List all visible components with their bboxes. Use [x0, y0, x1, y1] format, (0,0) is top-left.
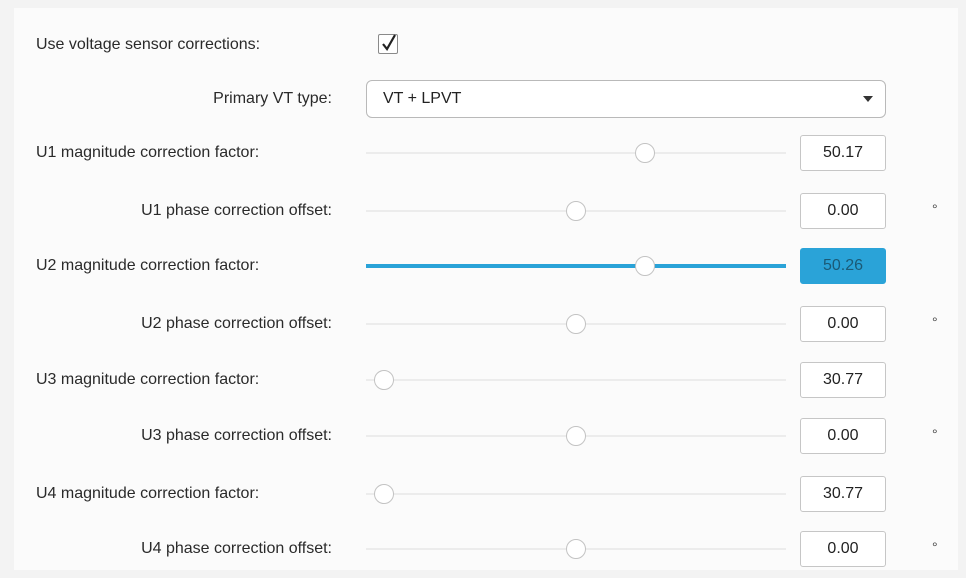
u3-magnitude-slider-thumb[interactable] — [374, 370, 394, 390]
u1-magnitude-label: U1 magnitude correction factor: — [36, 144, 260, 161]
u2-phase-value-input[interactable]: 0.00 — [800, 306, 886, 342]
u4-magnitude-slider[interactable] — [366, 493, 786, 495]
primary-vt-type-dropdown[interactable]: VT + LPVT — [366, 80, 886, 118]
u1-phase-slider-thumb[interactable] — [566, 201, 586, 221]
u4-magnitude-row: U4 magnitude correction factor: 30.77 — [14, 472, 958, 516]
u4-magnitude-slider-thumb[interactable] — [374, 484, 394, 504]
u4-phase-row: U4 phase correction offset: 0.00 ° — [14, 527, 958, 571]
u3-magnitude-value-input[interactable]: 30.77 — [800, 362, 886, 398]
chevron-down-icon — [863, 96, 873, 102]
u4-magnitude-label: U4 magnitude correction factor: — [36, 485, 260, 502]
u4-phase-unit: ° — [932, 539, 938, 555]
u1-phase-label: U1 phase correction offset: — [141, 202, 332, 219]
u4-magnitude-value-input[interactable]: 30.77 — [800, 476, 886, 512]
u1-magnitude-value-input[interactable]: 50.17 — [800, 135, 886, 171]
u2-magnitude-slider[interactable] — [366, 264, 786, 268]
u2-phase-slider-thumb[interactable] — [566, 314, 586, 334]
voltage-sensor-settings-panel: Use voltage sensor corrections: Primary … — [14, 8, 958, 570]
primary-vt-type-row: Primary VT type: VT + LPVT — [14, 77, 958, 121]
u1-magnitude-slider[interactable] — [366, 152, 786, 154]
u2-phase-label: U2 phase correction offset: — [141, 315, 332, 332]
u2-magnitude-slider-thumb[interactable] — [635, 256, 655, 276]
u4-phase-value-input[interactable]: 0.00 — [800, 531, 886, 567]
u2-phase-row: U2 phase correction offset: 0.00 ° — [14, 302, 958, 346]
check-icon — [382, 34, 396, 51]
u4-phase-label: U4 phase correction offset: — [141, 540, 332, 557]
u3-phase-unit: ° — [932, 426, 938, 442]
u1-magnitude-slider-thumb[interactable] — [635, 143, 655, 163]
u3-phase-slider-thumb[interactable] — [566, 426, 586, 446]
u3-magnitude-label: U3 magnitude correction factor: — [36, 371, 260, 388]
u2-magnitude-row: U2 magnitude correction factor: 50.26 — [14, 244, 958, 288]
u3-phase-label: U3 phase correction offset: — [141, 427, 332, 444]
u2-phase-unit: ° — [932, 314, 938, 330]
use-voltage-sensor-corrections-row: Use voltage sensor corrections: — [14, 23, 958, 67]
u1-phase-row: U1 phase correction offset: 0.00 ° — [14, 189, 958, 233]
primary-vt-type-value: VT + LPVT — [383, 90, 462, 107]
use-voltage-sensor-corrections-label: Use voltage sensor corrections: — [36, 36, 261, 53]
u1-phase-unit: ° — [932, 201, 938, 217]
u3-phase-row: U3 phase correction offset: 0.00 ° — [14, 414, 958, 458]
use-voltage-sensor-corrections-checkbox[interactable] — [378, 34, 398, 54]
u1-magnitude-row: U1 magnitude correction factor: 50.17 — [14, 131, 958, 175]
u3-magnitude-row: U3 magnitude correction factor: 30.77 — [14, 358, 958, 402]
u3-magnitude-slider[interactable] — [366, 379, 786, 381]
u3-phase-value-input[interactable]: 0.00 — [800, 418, 886, 454]
u1-phase-value-input[interactable]: 0.00 — [800, 193, 886, 229]
u4-phase-slider-thumb[interactable] — [566, 539, 586, 559]
u2-magnitude-value-input[interactable]: 50.26 — [800, 248, 886, 284]
primary-vt-type-label: Primary VT type: — [213, 90, 332, 107]
u2-magnitude-label: U2 magnitude correction factor: — [36, 257, 260, 274]
